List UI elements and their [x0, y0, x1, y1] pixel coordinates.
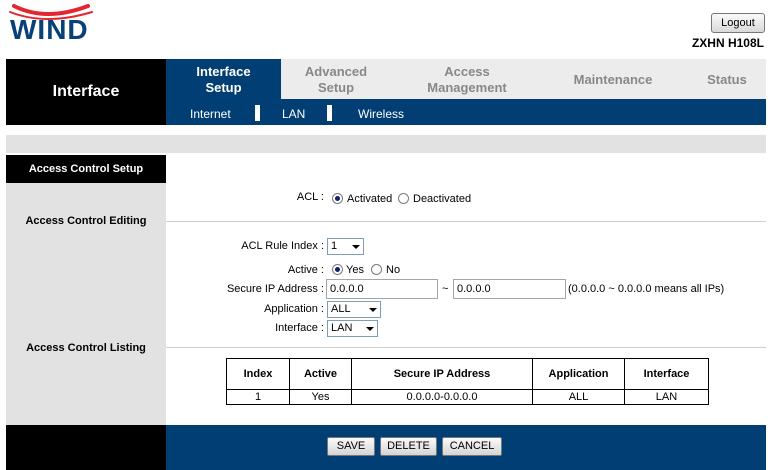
interface-label: Interface :	[275, 322, 324, 334]
table-cell: 0.0.0.0-0.0.0.0	[351, 389, 533, 405]
secure-ip-start-input[interactable]: 0.0.0.0	[326, 279, 438, 299]
footer-left-panel	[6, 425, 166, 470]
label-access-control-listing: Access Control Listing	[26, 342, 146, 354]
subtab-separator	[255, 105, 260, 121]
cancel-button[interactable]: CANCEL	[442, 437, 502, 456]
application-label: Application :	[264, 303, 324, 315]
ip-range-separator: ~	[442, 283, 449, 295]
table-row: 1 Yes 0.0.0.0-0.0.0.0 ALL LAN	[226, 389, 709, 405]
tab-advanced-setup[interactable]: Advanced Setup	[281, 64, 391, 96]
table-cell: LAN	[624, 389, 709, 405]
divider	[166, 347, 766, 348]
rule-index-label: ACL Rule Index :	[241, 240, 324, 252]
active-no-radio[interactable]	[371, 264, 382, 275]
device-model: ZXHN H108L	[691, 36, 764, 50]
delete-button[interactable]: DELETE	[380, 437, 437, 456]
column-header: Application	[532, 358, 625, 390]
subtab-wireless[interactable]: Wireless	[358, 107, 404, 121]
secure-ip-end-input[interactable]: 0.0.0.0	[453, 279, 566, 299]
divider	[166, 221, 766, 222]
subtab-internet[interactable]: Internet	[190, 107, 231, 121]
rule-index-select[interactable]: 1	[327, 238, 364, 255]
tab-access-management[interactable]: Access Management	[411, 64, 523, 96]
left-label-column	[6, 155, 166, 425]
chevron-down-icon	[352, 245, 360, 249]
nav-section-title: Interface	[52, 83, 120, 100]
column-header: Index	[226, 358, 290, 390]
access-control-table: Index Active Secure IP Address Applicati…	[226, 358, 709, 405]
table-header-row: Index Active Secure IP Address Applicati…	[226, 358, 709, 390]
active-yes-label: Yes	[346, 264, 364, 276]
acl-activated-label: Activated	[347, 193, 393, 205]
tab-status[interactable]: Status	[697, 72, 757, 88]
acl-deactivated-radio[interactable]	[398, 193, 409, 204]
chevron-down-icon	[366, 327, 374, 331]
subtab-lan[interactable]: LAN	[282, 107, 305, 121]
column-header: Active	[289, 358, 352, 390]
acl-label: ACL :	[296, 191, 324, 203]
acl-deactivated-label: Deactivated	[413, 193, 472, 205]
label-access-control-setup: Access Control Setup	[28, 163, 144, 175]
table-cell: 1	[226, 389, 290, 405]
save-button[interactable]: SAVE	[327, 437, 375, 456]
logo-text: WIND	[10, 14, 89, 45]
label-access-control-editing: Access Control Editing	[25, 215, 147, 227]
logout-button[interactable]: Logout	[711, 13, 765, 33]
acl-activated-radio[interactable]	[332, 193, 343, 204]
active-yes-radio[interactable]	[332, 264, 343, 275]
active-no-label: No	[386, 264, 401, 276]
tab-interface-setup[interactable]: Interface Setup	[166, 64, 281, 96]
subtab-separator	[327, 105, 332, 121]
application-select[interactable]: ALL	[327, 301, 381, 318]
ip-range-hint: (0.0.0.0 ~ 0.0.0.0 means all IPs)	[568, 283, 725, 295]
spacer-bar	[6, 135, 766, 153]
column-header: Interface	[624, 358, 709, 390]
active-label: Active :	[287, 264, 324, 276]
chevron-down-icon	[369, 308, 377, 312]
secure-ip-label: Secure IP Address :	[226, 283, 324, 295]
interface-select[interactable]: LAN	[327, 320, 378, 337]
table-cell: Yes	[289, 389, 352, 405]
tab-maintenance[interactable]: Maintenance	[553, 72, 673, 88]
table-cell: ALL	[532, 389, 625, 405]
column-header: Secure IP Address	[351, 358, 533, 390]
